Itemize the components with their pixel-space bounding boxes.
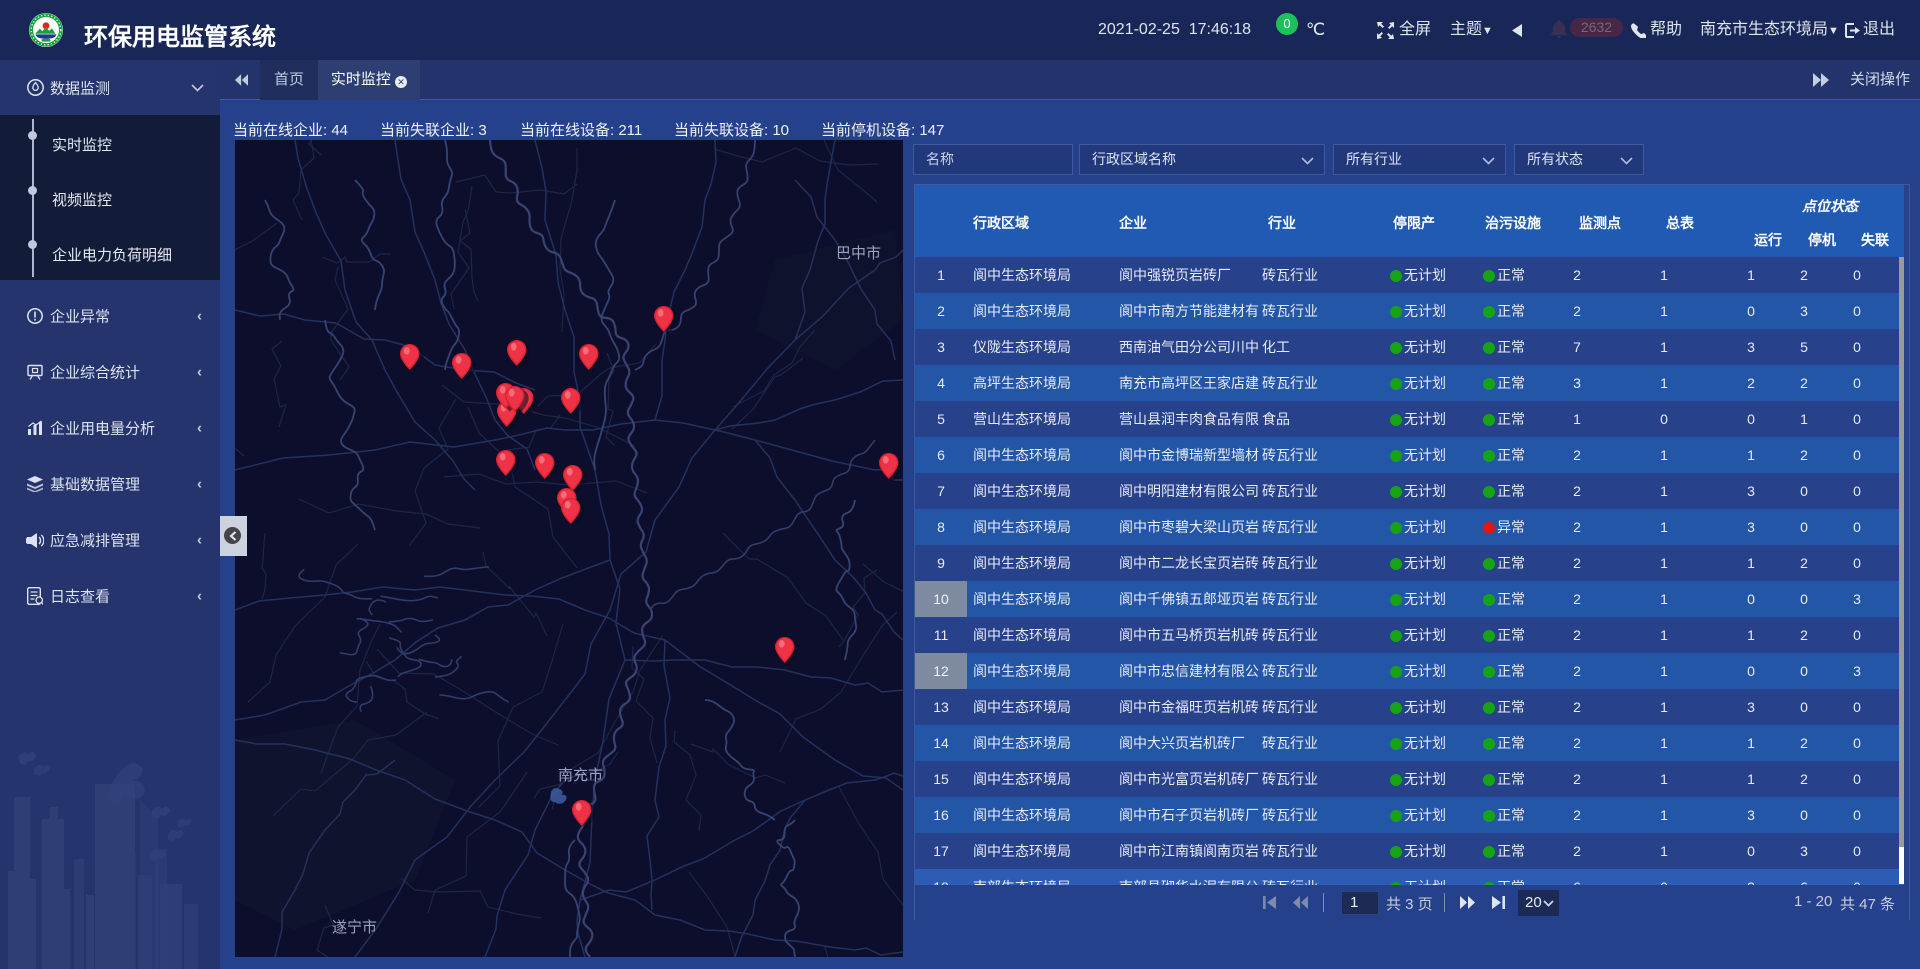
svg-text:遂宁市: 遂宁市 bbox=[332, 919, 377, 936]
svg-text:巴中市: 巴中市 bbox=[836, 245, 881, 262]
svg-text:南充市: 南充市 bbox=[558, 767, 603, 784]
